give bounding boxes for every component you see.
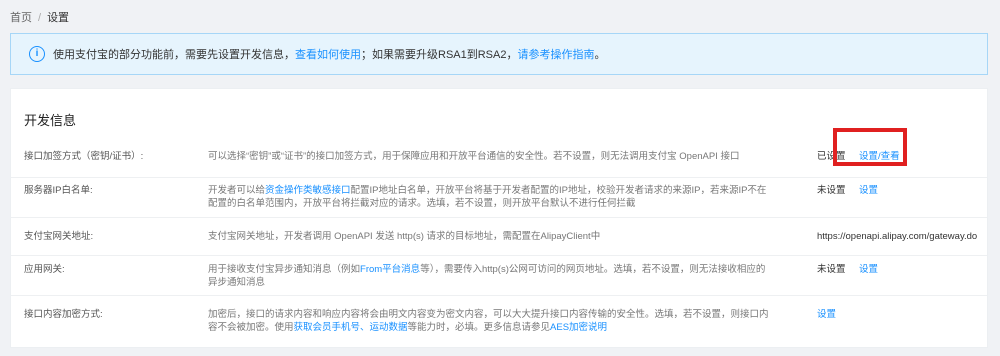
member-phone-link[interactable]: 获取会员手机号、运动数据 [294,322,408,333]
row-ip-whitelist: 服务器IP白名单: 开发者可以给资金操作类敏感接口配置IP地址白名单，开放平台将… [11,178,987,218]
row-label: 接口内容加密方式: [24,309,103,320]
row-description: 加密后，接口的请求内容和响应内容将会由明文内容变为密文内容，可以大大提升接口内容… [208,309,769,333]
row-description: 支付宝网关地址，开发者调用 OpenAPI 发送 http(s) 请求的目标地址… [208,231,601,242]
set-link[interactable]: 设置 [859,263,878,276]
highlight-box [833,128,907,166]
row-label: 服务器IP白名单: [24,185,93,196]
row-label: 接口加签方式（密钥/证书）: [24,151,144,162]
row-description: 用于接收支付宝异步通知消息（例如From平台消息等），需要传入http(s)公网… [208,264,766,288]
row-description: 开发者可以给资金操作类敏感接口配置IP地址白名单，开放平台将基于开发者配置的IP… [208,185,767,209]
row-description: 可以选择“密钥”或“证书”的接口加签方式，用于保障应用和开放平台通信的安全性。若… [208,151,740,162]
row-gateway-address: 支付宝网关地址: 支付宝网关地址，开发者调用 OpenAPI 发送 http(s… [11,218,987,256]
info-icon: i [29,46,45,62]
how-to-use-link[interactable]: 查看如何使用 [295,49,361,61]
breadcrumb-separator: / [38,12,42,24]
notice-text: 使用支付宝的部分功能前，需要先设置开发信息，查看如何使用；如果需要升级RSA1到… [53,49,606,61]
status-text: 未设置 [817,264,846,275]
breadcrumb: 首页 / 设置 [10,11,69,25]
breadcrumb-home[interactable]: 首页 [10,11,32,25]
gateway-url: https://openapi.alipay.com/gateway.do [817,231,978,242]
set-link[interactable]: 设置 [859,184,878,197]
row-label: 支付宝网关地址: [24,231,94,242]
operation-guide-link[interactable]: 请参考操作指南 [517,49,594,61]
breadcrumb-current: 设置 [47,12,70,24]
info-notice: i 使用支付宝的部分功能前，需要先设置开发信息，查看如何使用；如果需要升级RSA… [10,33,988,75]
from-platform-message-link[interactable]: From平台消息 [360,264,420,275]
set-link[interactable]: 设置 [817,308,836,321]
status-text: 未设置 [817,185,846,196]
panel-title: 开发信息 [24,113,77,128]
row-content-encryption: 接口内容加密方式: 加密后，接口的请求内容和响应内容将会由明文内容变为密文内容，… [11,296,987,356]
dev-info-panel: 开发信息 接口加签方式（密钥/证书）: 可以选择“密钥”或“证书”的接口加签方式… [10,88,988,348]
aes-encryption-link[interactable]: AES加密说明 [550,322,607,333]
sensitive-api-link[interactable]: 资金操作类敏感接口 [265,185,351,196]
row-label: 应用网关: [24,264,65,275]
row-app-gateway: 应用网关: 用于接收支付宝异步通知消息（例如From平台消息等），需要传入htt… [11,256,987,296]
